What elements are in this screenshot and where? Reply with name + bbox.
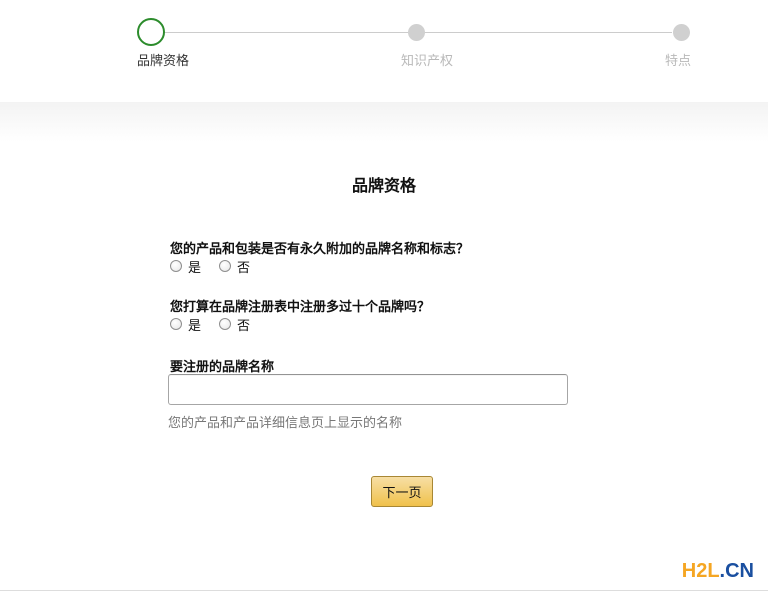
brand-name-label: 要注册的品牌名称 [170, 360, 275, 375]
radio-option-no[interactable]: 否 [219, 315, 250, 334]
question-more-than-ten-brands: 您打算在品牌注册表中注册多过十个品牌吗？ [170, 300, 431, 315]
step-1-label: 品牌资格 [137, 54, 190, 69]
step-3-indicator [673, 24, 690, 41]
radio-button-no[interactable] [219, 318, 232, 330]
watermark-logo: H2L.CN [682, 560, 754, 583]
radio-label-yes: 是 [188, 318, 202, 334]
radio-button-no[interactable] [219, 260, 232, 272]
brand-registry-page: 品牌资格 知识产权 特点 品牌资格 您的产品和包装是否有永久附加的品牌名称和标志… [0, 0, 768, 592]
stepper-connector [164, 32, 408, 33]
radio-label-no: 否 [237, 260, 251, 276]
radio-group-permanent-brand: 是 否 [170, 257, 268, 276]
radio-option-yes[interactable]: 是 [170, 257, 201, 276]
radio-option-no[interactable]: 否 [219, 257, 250, 276]
radio-option-yes[interactable]: 是 [170, 315, 201, 334]
watermark-part2: .CN [719, 560, 754, 582]
step-2-indicator [408, 24, 425, 41]
radio-group-more-than-ten-brands: 是 否 [170, 315, 268, 334]
header-shadow [0, 102, 768, 142]
radio-button-yes[interactable] [170, 260, 182, 272]
brand-name-input[interactable] [168, 374, 568, 405]
radio-label-yes: 是 [188, 260, 202, 276]
footer-divider [0, 590, 768, 591]
radio-label-no: 否 [237, 318, 251, 334]
next-page-button[interactable]: 下一页 [371, 476, 433, 507]
watermark-part1: H2L [681, 560, 720, 582]
question-permanent-brand: 您的产品和包装是否有永久附加的品牌名称和标志？ [170, 242, 470, 257]
progress-stepper: 品牌资格 知识产权 特点 [0, 0, 768, 103]
step-3-label: 特点 [665, 54, 692, 69]
radio-button-yes[interactable] [170, 318, 182, 330]
step-2-label: 知识产权 [401, 54, 454, 69]
page-title: 品牌资格 [351, 176, 416, 195]
stepper-connector [424, 32, 672, 33]
step-1-indicator [137, 18, 165, 46]
brand-name-hint: 您的产品和产品详细信息页上显示的名称 [168, 416, 403, 431]
